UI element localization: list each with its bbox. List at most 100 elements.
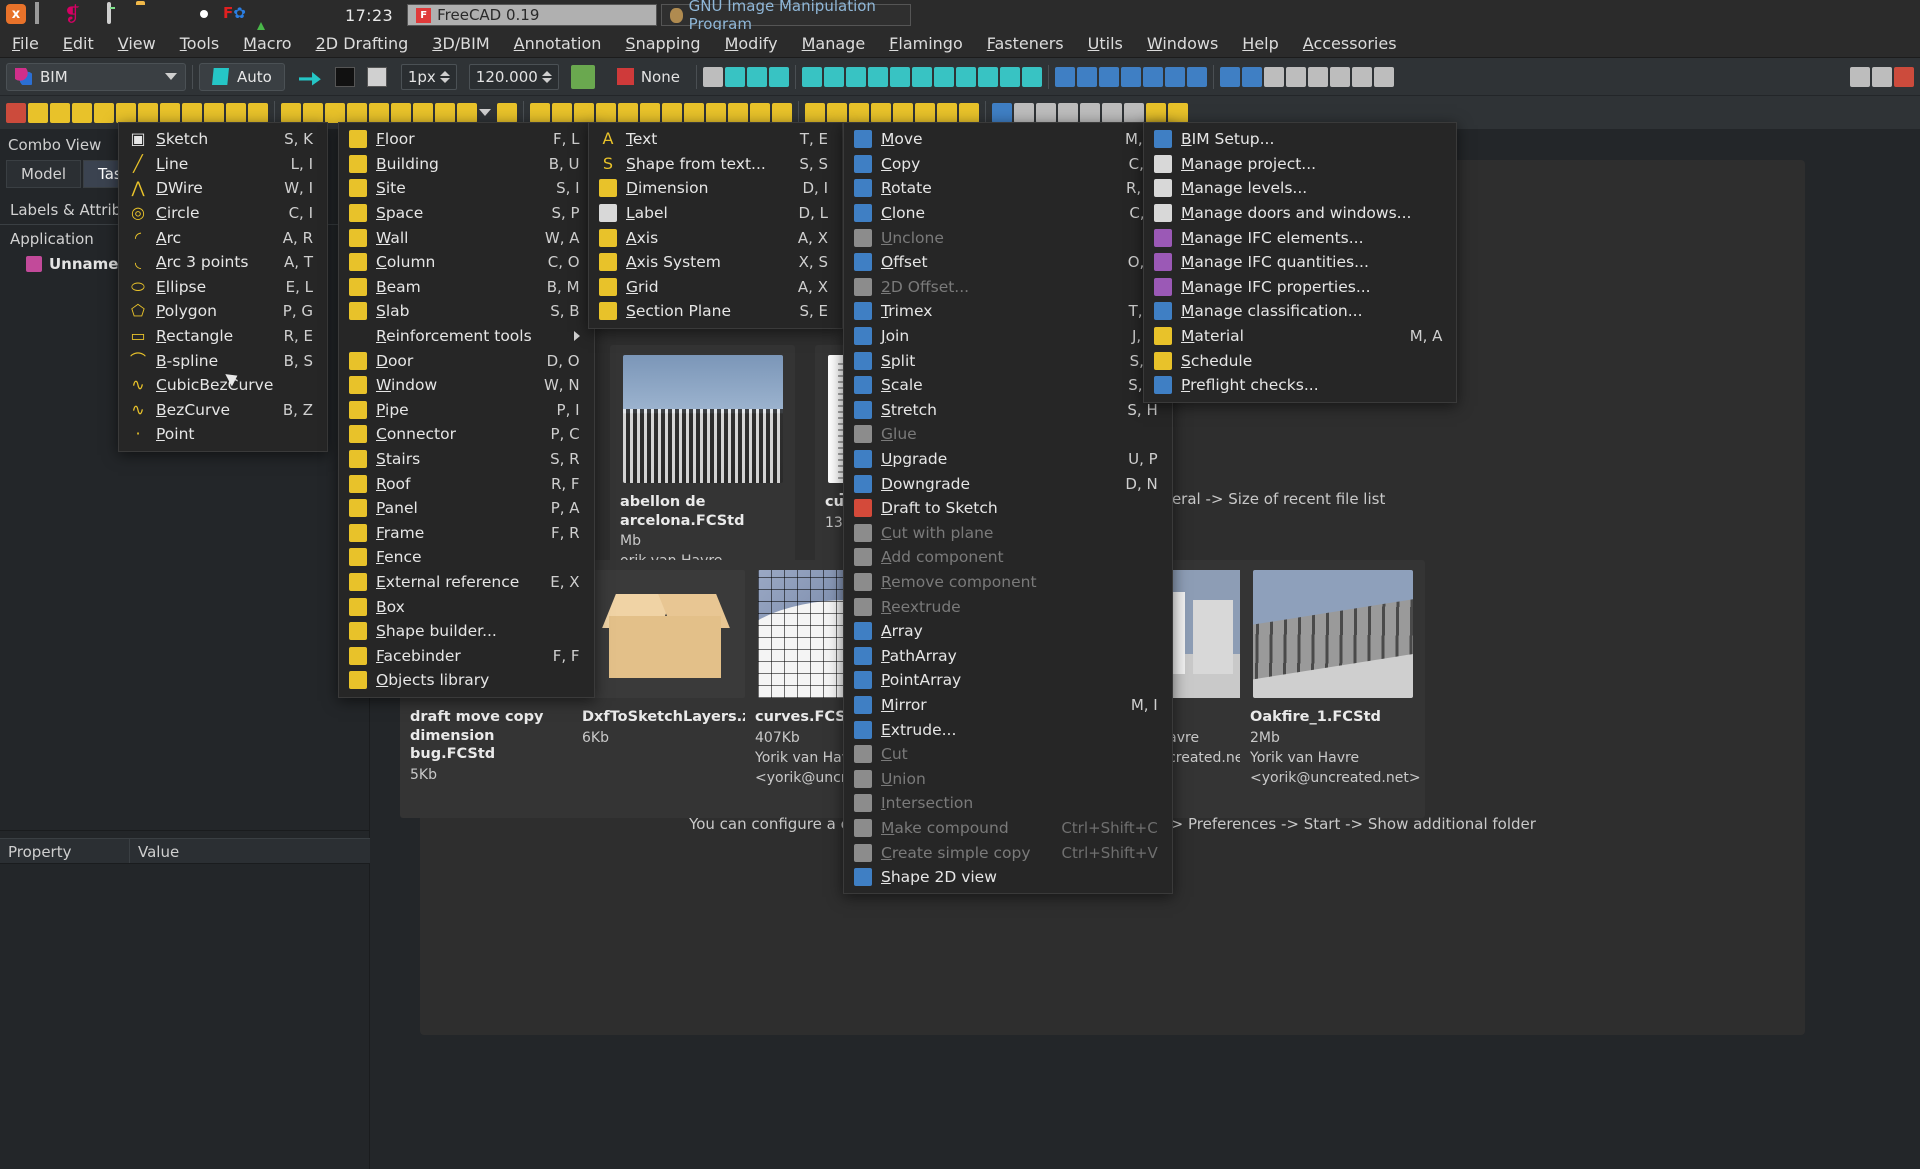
menu-item-dimension[interactable]: Dimension D, I: [589, 176, 842, 201]
measure-icon[interactable]: [1186, 66, 1207, 87]
freecad-icon[interactable]: F✿: [223, 4, 246, 26]
text-size-stepper[interactable]: [541, 70, 552, 83]
site-tool-icon[interactable]: [325, 102, 345, 123]
snap-midpoint-icon[interactable]: [768, 66, 789, 87]
snap-parallel-icon[interactable]: [867, 66, 888, 87]
menu-item-axis-system[interactable]: Axis System X, S: [589, 250, 842, 275]
arc-tool-icon[interactable]: [94, 102, 114, 123]
frame-tool-icon[interactable]: [662, 102, 682, 123]
levels-tool-icon[interactable]: [1058, 102, 1078, 123]
menubar-item-annotation[interactable]: Annotation: [502, 31, 614, 56]
menu-item-schedule[interactable]: Schedule: [1144, 348, 1456, 373]
menubar-item-view[interactable]: View: [106, 31, 168, 56]
axis-tool-icon[interactable]: [893, 102, 913, 123]
inkscape-icon[interactable]: [310, 4, 332, 26]
menu-item-clone[interactable]: CloneC, L: [844, 201, 1172, 226]
menu-item-preflight-checks[interactable]: Preflight checks...: [1144, 373, 1456, 398]
menu-item-label[interactable]: Label D, L: [589, 201, 842, 226]
menubar-item-fasteners[interactable]: Fasteners: [975, 31, 1076, 56]
menu-item-shape-from-text[interactable]: S Shape from text... S, S: [589, 152, 842, 177]
floor-tool-icon[interactable]: [281, 102, 301, 123]
snap-near-icon[interactable]: [933, 66, 954, 87]
menu-item-extrude[interactable]: Extrude...: [844, 717, 1172, 742]
menu-modify[interactable]: MoveM, VCopyC, PRotateR, OCloneC, L Unclo…: [843, 122, 1173, 895]
auto-group-button[interactable]: Auto: [199, 62, 285, 91]
menu-item-trimex[interactable]: TrimexT, R: [844, 299, 1172, 324]
menu-item-reinforcement-tools[interactable]: Reinforcement tools: [339, 324, 594, 349]
shapefromtext-tool-icon[interactable]: [827, 102, 847, 123]
panel-tool-icon[interactable]: [640, 102, 660, 123]
menu-item-manage-doors-and-windows[interactable]: Manage doors and windows...: [1144, 201, 1456, 226]
menubar-item-file[interactable]: File: [0, 31, 51, 56]
menu-item-panel[interactable]: Panel P, A: [339, 496, 594, 521]
close-icon[interactable]: [1894, 66, 1914, 87]
clip-plane-icon[interactable]: [1263, 66, 1284, 87]
fence-tool-icon[interactable]: [684, 102, 704, 123]
workbench-selector[interactable]: BIM: [6, 62, 186, 91]
column-tool-icon[interactable]: [391, 102, 411, 123]
menu-item-door[interactable]: Door D, O: [339, 348, 594, 373]
line-width-stepper[interactable]: [439, 70, 450, 83]
window-tool-icon[interactable]: [530, 102, 550, 123]
snap-special-icon[interactable]: [911, 66, 932, 87]
menu-item-section-plane[interactable]: Section Plane S, E: [589, 299, 842, 324]
menu-item-offset[interactable]: OffsetO, F: [844, 250, 1172, 275]
menubar-item-edit[interactable]: Edit: [51, 31, 106, 56]
label-tool-icon[interactable]: [871, 102, 891, 123]
text-tool-icon[interactable]: [805, 102, 825, 123]
terminal-icon[interactable]: [107, 2, 129, 26]
taskbar-item-freecad[interactable]: F FreeCAD 0.19: [407, 4, 658, 26]
menubar-item-manage[interactable]: Manage: [790, 31, 878, 56]
menu-item-ellipse[interactable]: ⬭ Ellipse E, L: [119, 275, 327, 300]
menu-item-pipe[interactable]: Pipe P, I: [339, 398, 594, 423]
menu-item-circle[interactable]: ◎ Circle C, I: [119, 201, 327, 226]
menu-item-patharray[interactable]: PathArray: [844, 643, 1172, 668]
menu-item-box[interactable]: Box: [339, 594, 594, 619]
menu-item-manage-ifc-quantities[interactable]: Manage IFC quantities...: [1144, 250, 1456, 275]
redo-icon[interactable]: [1142, 66, 1163, 87]
grid-tool-icon[interactable]: [937, 102, 957, 123]
gimp-icon[interactable]: [281, 4, 303, 26]
roof-tool-icon[interactable]: [618, 102, 638, 123]
menu-item-rectangle[interactable]: ▭ Rectangle R, E: [119, 324, 327, 349]
axissystem-tool-icon[interactable]: [915, 102, 935, 123]
material-tool-icon[interactable]: [1146, 102, 1166, 123]
hide-icon[interactable]: [1285, 66, 1306, 87]
maximize-icon[interactable]: [1872, 66, 1892, 87]
menubar-item-windows[interactable]: Windows: [1135, 31, 1230, 56]
menu-item-frame[interactable]: Frame F, R: [339, 521, 594, 546]
box-tool-icon[interactable]: [728, 102, 748, 123]
dwire-tool-icon[interactable]: [50, 102, 70, 123]
menu-item-space[interactable]: Space S, P: [339, 201, 594, 226]
snap-perpendicular-icon[interactable]: [889, 66, 910, 87]
menu-item-pointarray[interactable]: PointArray: [844, 668, 1172, 693]
menu-item-bim-setup[interactable]: BIM Setup...: [1144, 127, 1456, 152]
view-top-icon[interactable]: [1241, 66, 1262, 87]
line-tool-icon[interactable]: [28, 102, 48, 123]
file-card[interactable]: Oakfire_1.FCStd 2Mb Yorik van Havre <yor…: [1240, 560, 1425, 818]
menubar-item-modify[interactable]: Modify: [713, 31, 790, 56]
refresh-icon[interactable]: [1164, 66, 1185, 87]
line-color-swatch[interactable]: [334, 66, 355, 87]
minimize-icon[interactable]: [1850, 66, 1870, 87]
snap-center-icon[interactable]: [801, 66, 822, 87]
menu-item-objects-library[interactable]: Objects library: [339, 668, 594, 693]
move-tool-icon[interactable]: [992, 102, 1012, 123]
stairs-tool-icon[interactable]: [596, 102, 616, 123]
ifcquantities-tool-icon[interactable]: [1124, 102, 1144, 123]
schedule-tool-icon[interactable]: [1168, 102, 1188, 123]
menubar-item-accessories[interactable]: Accessories: [1291, 31, 1409, 56]
file-card[interactable]: DxfToSketchLayers.zip 6Kb: [572, 560, 766, 818]
menu-item-facebinder[interactable]: Facebinder F, F: [339, 643, 594, 668]
facebinder-tool-icon[interactable]: [772, 102, 792, 123]
view-front-icon[interactable]: [1219, 66, 1240, 87]
snap-angle-icon[interactable]: [823, 66, 844, 87]
wall-tool-icon[interactable]: [369, 102, 389, 123]
menu-item-move[interactable]: Move M, V: [844, 127, 1172, 152]
window-icon[interactable]: [35, 2, 57, 26]
menu-item-roof[interactable]: Roof R, F: [339, 471, 594, 496]
menu-item-manage-levels[interactable]: Manage levels...: [1144, 176, 1456, 201]
menu-item-column[interactable]: Column C, O: [339, 250, 594, 275]
menu-item-manage-project[interactable]: Manage project...: [1144, 152, 1456, 177]
beam-tool-icon[interactable]: [413, 102, 433, 123]
